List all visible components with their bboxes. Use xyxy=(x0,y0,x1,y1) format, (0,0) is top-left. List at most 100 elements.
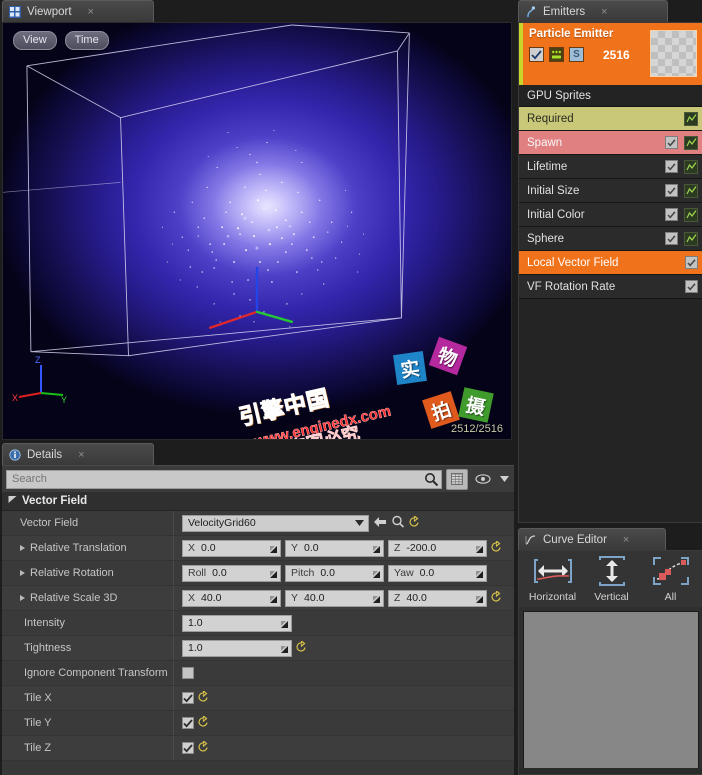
spinner-icon[interactable] xyxy=(372,569,381,584)
curve-graph-icon[interactable] xyxy=(684,208,698,222)
time-menu-button[interactable]: Time xyxy=(65,31,109,50)
chevron-down-icon[interactable] xyxy=(498,469,510,490)
curve-graph-icon[interactable] xyxy=(684,136,698,150)
check-icon xyxy=(183,719,193,728)
module-row-initial-color[interactable]: Initial Color xyxy=(519,203,702,227)
grid-view-icon[interactable] xyxy=(446,469,468,490)
fit-vertical-button[interactable]: Vertical xyxy=(586,555,637,603)
emitters-close-icon[interactable]: × xyxy=(601,6,607,18)
emitter-header[interactable]: Particle Emitter S 2516 xyxy=(519,23,702,85)
expand-triangle-icon[interactable] xyxy=(20,545,25,551)
emitters-tabbar: Emitters × xyxy=(516,0,702,22)
solo-icon[interactable]: S xyxy=(569,47,584,62)
intensity-input[interactable]: 1.0 xyxy=(182,615,292,632)
scale-x-input[interactable]: X 40.0 xyxy=(182,590,281,607)
curve-editor-graph-area[interactable] xyxy=(523,611,699,773)
tab-emitters[interactable]: Emitters × xyxy=(518,0,668,22)
scale-y-input[interactable]: Y 40.0 xyxy=(285,590,384,607)
fit-all-button[interactable]: All xyxy=(645,555,696,603)
module-icons xyxy=(665,184,698,198)
curve-graph-icon[interactable] xyxy=(684,232,698,246)
rotation-pitch-input[interactable]: Pitch 0.0 xyxy=(285,565,384,582)
tightness-input[interactable]: 1.0 xyxy=(182,640,292,657)
rotation-yaw-input[interactable]: Yaw 0.0 xyxy=(388,565,487,582)
spinner-icon[interactable] xyxy=(280,619,289,634)
vector-field-section-header[interactable]: Vector Field xyxy=(2,492,514,511)
module-row-lifetime[interactable]: Lifetime xyxy=(519,155,702,179)
module-row-required[interactable]: Required xyxy=(519,107,702,131)
translation-x-input[interactable]: X 0.0 xyxy=(182,540,281,557)
module-enable-checkbox[interactable] xyxy=(685,280,698,293)
tab-details[interactable]: Details × xyxy=(2,443,154,465)
spinner-icon[interactable] xyxy=(372,594,381,609)
curve-graph-icon[interactable] xyxy=(684,160,698,174)
module-enable-checkbox[interactable] xyxy=(665,136,678,149)
property-label[interactable]: Relative Rotation xyxy=(2,561,174,585)
module-row-spawn[interactable]: Spawn xyxy=(519,131,702,155)
reset-icon[interactable] xyxy=(491,541,502,555)
enable-checkbox-icon[interactable] xyxy=(529,47,544,62)
spinner-icon[interactable] xyxy=(269,569,278,584)
spinner-icon[interactable] xyxy=(475,544,484,559)
render-icon[interactable] xyxy=(549,47,564,62)
curve-editor-close-icon[interactable]: × xyxy=(623,534,629,546)
browse-icon[interactable] xyxy=(391,515,405,531)
reset-icon[interactable] xyxy=(198,716,209,730)
view-menu-button[interactable]: View xyxy=(13,31,57,50)
spinner-icon[interactable] xyxy=(372,544,381,559)
module-enable-checkbox[interactable] xyxy=(685,256,698,269)
reset-icon[interactable] xyxy=(198,741,209,755)
module-enable-checkbox[interactable] xyxy=(665,208,678,221)
curve-editor-horizontal-scrollbar[interactable] xyxy=(519,768,702,774)
property-row-tile-x: Tile X xyxy=(2,686,514,711)
spinner-icon[interactable] xyxy=(475,569,484,584)
property-label[interactable]: Relative Translation xyxy=(2,536,174,560)
curve-icon xyxy=(525,534,537,546)
curve-editor-body: Horizontal Vertical xyxy=(518,550,702,775)
tile-z-checkbox[interactable] xyxy=(182,742,194,754)
expand-triangle-icon[interactable] xyxy=(20,595,25,601)
ignore-component-transform-checkbox[interactable] xyxy=(182,667,194,679)
property-label[interactable]: Relative Scale 3D xyxy=(2,586,174,610)
module-row-sphere[interactable]: Sphere xyxy=(519,227,702,251)
translation-y-input[interactable]: Y 0.0 xyxy=(285,540,384,557)
spinner-icon[interactable] xyxy=(269,544,278,559)
viewport-close-icon[interactable]: × xyxy=(88,6,94,18)
arrow-left-icon[interactable] xyxy=(373,516,387,531)
reset-icon[interactable] xyxy=(409,516,420,530)
spinner-icon[interactable] xyxy=(475,594,484,609)
scale-z-input[interactable]: Z 40.0 xyxy=(388,590,487,607)
expand-triangle-icon[interactable] xyxy=(20,570,25,576)
search-icon[interactable] xyxy=(424,472,439,490)
module-enable-checkbox[interactable] xyxy=(665,232,678,245)
property-row-tightness: Tightness 1.0 xyxy=(2,636,514,661)
spinner-icon[interactable] xyxy=(269,594,278,609)
reset-icon[interactable] xyxy=(491,591,502,605)
property-value xyxy=(174,691,514,705)
vector-field-asset-combo[interactable]: VelocityGrid60 xyxy=(182,515,369,532)
spinner-icon[interactable] xyxy=(280,644,289,659)
module-enable-checkbox[interactable] xyxy=(665,184,678,197)
reset-icon[interactable] xyxy=(198,691,209,705)
module-enable-checkbox[interactable] xyxy=(665,160,678,173)
eye-icon[interactable] xyxy=(472,469,494,490)
section-collapse-icon[interactable] xyxy=(8,495,17,507)
module-row-initial-size[interactable]: Initial Size xyxy=(519,179,702,203)
reset-icon[interactable] xyxy=(296,641,307,655)
curve-graph-icon[interactable] xyxy=(684,184,698,198)
emitter-thumbnail[interactable] xyxy=(650,30,697,77)
search-input[interactable] xyxy=(6,470,442,489)
curve-graph-icon[interactable] xyxy=(684,112,698,126)
rotation-roll-input[interactable]: Roll 0.0 xyxy=(182,565,281,582)
module-row-vf-rotation-rate[interactable]: VF Rotation Rate xyxy=(519,275,702,299)
module-row-local-vector-field[interactable]: Local Vector Field xyxy=(519,251,702,275)
tab-viewport[interactable]: Viewport × xyxy=(2,0,154,22)
fit-horizontal-button[interactable]: Horizontal xyxy=(527,555,578,603)
tile-y-checkbox[interactable] xyxy=(182,717,194,729)
tab-curve-editor[interactable]: Curve Editor × xyxy=(518,528,666,550)
tile-x-checkbox[interactable] xyxy=(182,692,194,704)
details-close-icon[interactable]: × xyxy=(78,449,84,461)
translation-z-input[interactable]: Z -200.0 xyxy=(388,540,487,557)
viewport-render-area[interactable]: View Time Z X Y 引擎中国 www.enginedx.com 盗图… xyxy=(2,22,512,440)
emitter-type-row[interactable]: GPU Sprites xyxy=(519,85,702,107)
